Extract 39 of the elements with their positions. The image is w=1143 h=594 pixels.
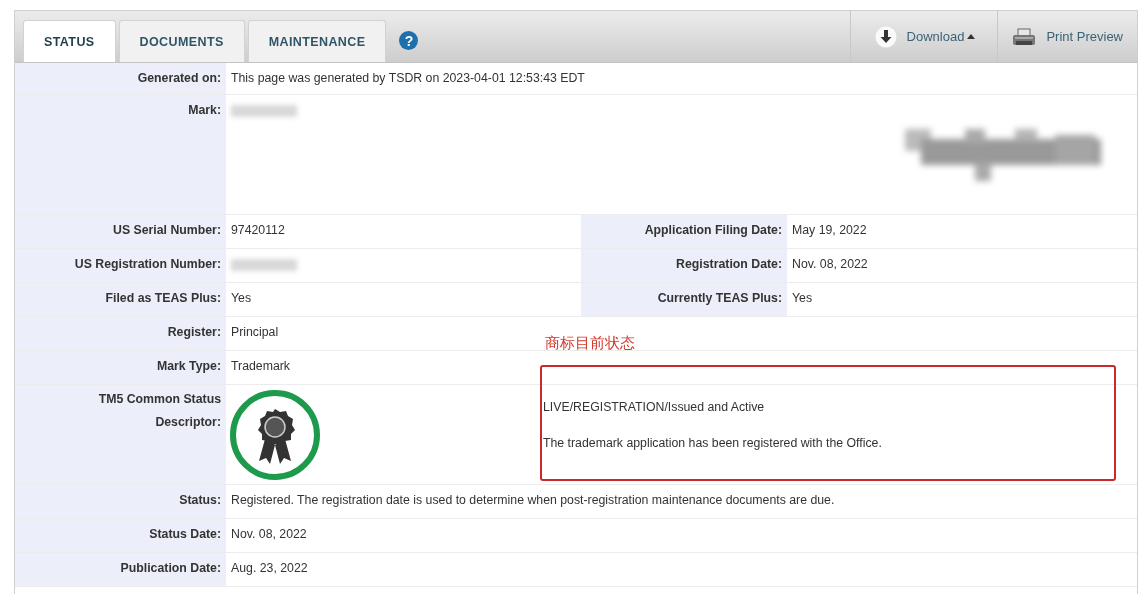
printer-icon: [1012, 27, 1037, 46]
blurred-value: [231, 105, 297, 117]
print-preview-button[interactable]: Print Preview: [997, 11, 1137, 62]
caret-icon: [967, 34, 976, 39]
status-descriptor-text: The trademark application has been registered with the Office.: [543, 436, 882, 450]
field-label: Mark:: [188, 103, 221, 117]
tab[interactable]: MAINTENANCE: [247, 20, 387, 62]
field-value: Yes: [792, 291, 813, 305]
field-label: Status:: [179, 493, 221, 507]
field-value: Aug. 23, 2022: [231, 561, 308, 575]
field-label: Publication Date:: [120, 561, 221, 575]
field-value: May 19, 2022: [792, 223, 867, 237]
field-label: Application Filing Date:: [644, 223, 782, 237]
annotation-label: 商标目前状态: [545, 334, 635, 353]
field-label: US Registration Number:: [74, 257, 221, 271]
field-label: Register:: [167, 325, 221, 339]
field-label: Filed as TEAS Plus:: [105, 291, 221, 305]
field-value: 97420112: [231, 223, 285, 237]
status-descriptor-text: LIVE/REGISTRATION/Issued and Active: [543, 400, 766, 414]
download-icon: [874, 25, 897, 48]
field-value: Yes: [231, 291, 252, 305]
field-label: Currently TEAS Plus:: [657, 291, 782, 305]
tab[interactable]: DOCUMENTS: [118, 20, 245, 62]
field-value: Nov. 08, 2022: [231, 527, 307, 541]
help-button[interactable]: ?: [399, 31, 419, 50]
field-value: This page was generated by TSDR on 2023-04-01 12:53:43 EDT: [231, 71, 585, 85]
tab[interactable]: STATUS: [23, 20, 116, 62]
field-value: Trademark: [231, 359, 290, 373]
field-value: Principal: [231, 325, 279, 339]
field-label: Registration Date:: [676, 257, 782, 271]
field-label: Generated on:: [137, 71, 221, 85]
field-value: Registered. The registration date is used to determine when post-registration maintenance documents are due.: [231, 493, 835, 507]
field-label: Mark Type:: [157, 359, 221, 373]
field-label: US Serial Number:: [113, 223, 221, 237]
download-button[interactable]: Download: [849, 11, 998, 62]
field-value: Nov. 08, 2022: [792, 257, 868, 271]
award-ribbon-icon: [229, 389, 321, 481]
field-label: Status Date:: [149, 527, 221, 541]
field-label: TM5 Common Status Descriptor:: [97, 391, 221, 431]
